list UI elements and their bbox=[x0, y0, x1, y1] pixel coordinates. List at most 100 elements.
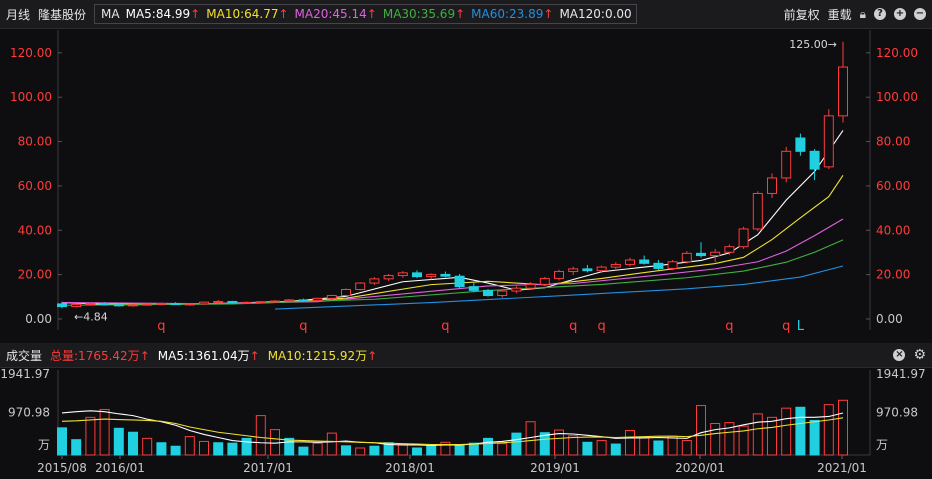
volume-bar bbox=[596, 440, 607, 456]
volume-bar bbox=[369, 445, 380, 456]
kline-chart[interactable]: 0.00 0.00 20.00 20.00 40.00 40.00 60.00 60.00 80… bbox=[0, 0, 932, 479]
volume-bar bbox=[412, 447, 422, 456]
x-tick-label: 2015/08 bbox=[37, 461, 87, 475]
volume-bar bbox=[170, 445, 181, 456]
volume-tick-label-left: 970.98 bbox=[8, 406, 50, 420]
ma10-line bbox=[61, 174, 844, 305]
marker-q: q bbox=[569, 319, 577, 334]
volume-bar bbox=[511, 432, 522, 456]
volume-bar bbox=[639, 436, 650, 456]
volume-bar bbox=[142, 437, 153, 456]
candle-body bbox=[241, 301, 252, 304]
candle-body bbox=[213, 300, 224, 303]
candle-body bbox=[369, 278, 380, 284]
candle-body bbox=[582, 268, 593, 272]
volume-bar bbox=[326, 432, 337, 456]
volume-tick-label-right: 1941.97 bbox=[876, 367, 926, 381]
candle-body bbox=[298, 299, 309, 302]
x-tick-label: 2018/01 bbox=[385, 461, 435, 475]
volume-bar bbox=[767, 416, 777, 456]
volume-bar bbox=[653, 440, 664, 456]
candle-body bbox=[681, 252, 692, 263]
candle-body bbox=[156, 302, 167, 305]
candle-body bbox=[397, 272, 408, 277]
volume-bar bbox=[582, 441, 593, 456]
ma5-line bbox=[61, 130, 844, 306]
candle-body bbox=[610, 263, 621, 268]
candle-body bbox=[312, 297, 323, 302]
y-tick-label-left: 100.00 bbox=[10, 90, 52, 104]
candle-body bbox=[738, 228, 749, 248]
candle-body bbox=[795, 137, 806, 152]
candle-body bbox=[781, 150, 792, 179]
candle-body bbox=[554, 271, 564, 279]
volume-bar bbox=[71, 439, 82, 456]
volume-bar bbox=[838, 399, 848, 456]
volume-bar bbox=[355, 447, 366, 456]
candle-body bbox=[71, 303, 82, 308]
candle-body bbox=[284, 299, 295, 302]
candle-body bbox=[511, 287, 522, 292]
volume-bar bbox=[610, 443, 621, 456]
volume-bar bbox=[298, 446, 309, 456]
volume-bar bbox=[795, 406, 806, 456]
volume-bar bbox=[696, 405, 706, 456]
y-tick-label-right: 120.00 bbox=[876, 46, 918, 60]
marker-q: q bbox=[725, 319, 733, 334]
volume-bar bbox=[809, 419, 820, 456]
candle-body bbox=[752, 192, 763, 230]
candle-body bbox=[128, 304, 138, 307]
y-tick-label-left: 0.00 bbox=[25, 312, 52, 326]
volume-bar bbox=[752, 413, 763, 456]
volume-bar bbox=[710, 422, 721, 456]
volume-bar bbox=[284, 437, 295, 456]
candle-body bbox=[270, 300, 280, 303]
volume-bar bbox=[270, 429, 280, 456]
candle-body bbox=[625, 259, 635, 265]
volume-tick-label-left: 万 bbox=[38, 438, 50, 452]
candle-body bbox=[596, 266, 607, 272]
candle-body bbox=[667, 261, 678, 269]
volume-bar bbox=[199, 440, 209, 456]
y-tick-label-right: 20.00 bbox=[876, 268, 910, 282]
candle-body bbox=[696, 252, 706, 257]
x-tick-label: 2020/01 bbox=[675, 461, 725, 475]
candle-body bbox=[724, 246, 735, 253]
candle-body bbox=[639, 259, 650, 264]
candle-body bbox=[57, 303, 67, 308]
candle-body bbox=[525, 283, 536, 289]
candle-body bbox=[653, 262, 664, 269]
volume-bar bbox=[397, 443, 408, 456]
high-price-annotation: 125.00→ bbox=[789, 38, 837, 51]
y-tick-label-left: 120.00 bbox=[10, 46, 52, 60]
volume-bar bbox=[483, 437, 493, 456]
y-tick-label-left: 40.00 bbox=[18, 223, 52, 237]
volume-bar bbox=[255, 415, 266, 456]
y-tick-label-right: 100.00 bbox=[876, 90, 918, 104]
volume-bar bbox=[99, 408, 110, 456]
volume-bar bbox=[568, 435, 579, 456]
candle-body bbox=[184, 303, 195, 306]
low-price-annotation: ←4.84 bbox=[74, 310, 108, 323]
volume-bar bbox=[85, 416, 96, 456]
y-tick-label-left: 60.00 bbox=[18, 179, 52, 193]
volume-bar bbox=[57, 427, 67, 456]
y-tick-label-left: 20.00 bbox=[18, 268, 52, 282]
candle-body bbox=[355, 282, 366, 291]
volume-bar bbox=[213, 442, 224, 456]
volume-bar bbox=[113, 427, 124, 456]
candle-body bbox=[767, 177, 777, 194]
volume-bar bbox=[468, 442, 479, 456]
candle-body bbox=[710, 251, 721, 257]
volume-bar bbox=[156, 442, 167, 456]
volume-bar bbox=[341, 445, 351, 456]
marker-l: L bbox=[797, 319, 805, 334]
volume-bar bbox=[184, 436, 195, 456]
candle-body bbox=[426, 273, 437, 278]
candle-body bbox=[440, 273, 451, 277]
candle-body bbox=[255, 301, 266, 304]
volume-bar bbox=[625, 429, 635, 456]
candle-body bbox=[809, 150, 820, 170]
volume-bar bbox=[781, 407, 792, 456]
candle-body bbox=[341, 289, 351, 296]
